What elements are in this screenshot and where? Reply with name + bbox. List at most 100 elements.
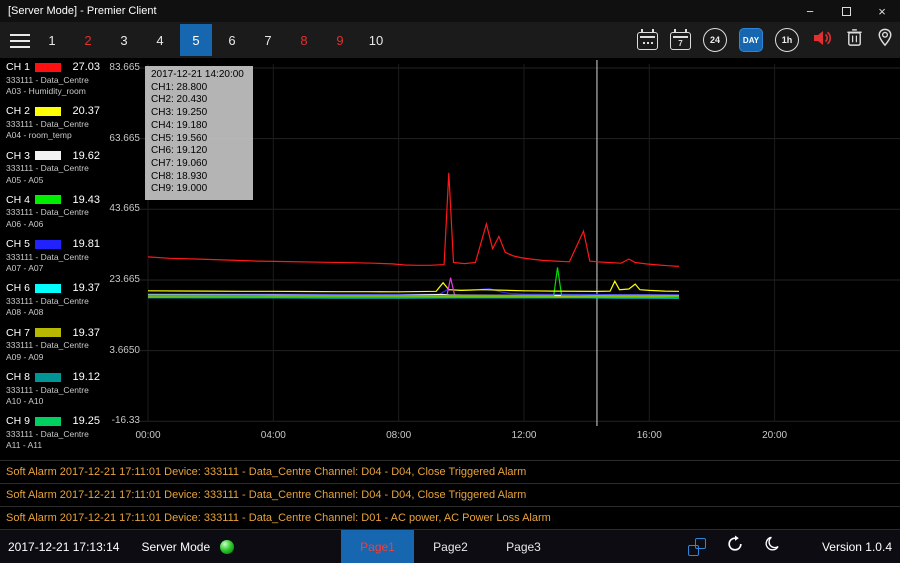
windows-layout-icon[interactable] xyxy=(688,538,706,556)
alarm-row[interactable]: Soft Alarm 2017-12-21 17:11:01 Device: 3… xyxy=(0,461,900,484)
channel-id: CH 9 xyxy=(6,415,30,427)
menu-icon[interactable] xyxy=(10,34,30,52)
channel-item[interactable]: CH 319.62333111 - Data_CentreA05 - A05 xyxy=(0,147,104,191)
channel-color-swatch xyxy=(35,328,61,337)
channel-item[interactable]: CH 4 19.43333111 - Data_Centre A06 - A06 xyxy=(0,191,104,235)
close-button[interactable]: × xyxy=(864,0,900,22)
page-button-6[interactable]: 6 xyxy=(216,24,248,56)
channel-color-swatch xyxy=(35,284,61,293)
channel-point: A04 - room_temp xyxy=(6,130,104,140)
channel-point: A08 - A08 xyxy=(6,307,104,317)
calendar-week-label: 7 xyxy=(671,38,690,49)
night-mode-icon[interactable] xyxy=(764,535,782,558)
toolbar-icons: 7 24 DAY 1h xyxy=(637,22,894,58)
alarm-sound-icon[interactable] xyxy=(811,27,833,54)
channel-value: 19.12 xyxy=(72,371,100,383)
x-tick-label: 04:00 xyxy=(248,430,298,441)
channel-point: A11 - A11 xyxy=(6,440,104,450)
channel-item[interactable]: CH 220.37333111 - Data_CentreA04 - room_… xyxy=(0,102,104,146)
channel-color-swatch xyxy=(35,195,61,204)
channel-id: CH 8 xyxy=(6,371,30,383)
tab-page1[interactable]: Page1 xyxy=(341,530,414,563)
channel-point: A07 - A07 xyxy=(6,263,104,273)
channel-point: A09 - A09 xyxy=(6,352,104,362)
channel-point: A06 - A06 xyxy=(6,219,104,229)
tooltip-row: CH6: 19.120 xyxy=(151,145,244,158)
channel-row: CH 127.03 xyxy=(6,61,104,73)
channel-device: 333111 - Data_Centre xyxy=(6,252,104,262)
channel-row: CH 919.25 xyxy=(6,415,104,427)
minimize-button[interactable]: − xyxy=(792,0,828,22)
trash-icon[interactable] xyxy=(845,27,864,53)
channel-id: CH 4 xyxy=(6,194,30,206)
channel-point: A10 - A10 xyxy=(6,396,104,406)
channel-id: CH 2 xyxy=(6,105,30,117)
calendar-week-icon[interactable]: 7 xyxy=(670,32,691,50)
channel-item[interactable]: CH 519.81333111 - Data_CentreA07 - A07 xyxy=(0,235,104,279)
channel-item[interactable]: CH 819.12333111 - Data_CentreA10 - A10 xyxy=(0,368,104,412)
hour-1h-label: 1h xyxy=(782,35,793,45)
app-window: [Server Mode] - Premier Client − × 12345… xyxy=(0,0,900,563)
y-tick-label: 83.665 xyxy=(98,62,140,73)
page-button-8[interactable]: 8 xyxy=(288,24,320,56)
location-pin-icon[interactable] xyxy=(876,27,894,53)
tooltip-row: CH3: 19.250 xyxy=(151,107,244,120)
channel-id: CH 7 xyxy=(6,327,30,339)
tooltip-row: CH1: 28.800 xyxy=(151,82,244,95)
tab-page2[interactable]: Page2 xyxy=(414,530,487,563)
channel-device: 333111 - Data_Centre xyxy=(6,207,104,217)
maximize-icon xyxy=(842,7,851,16)
trend-chart[interactable]: 83.66563.66543.66523.6653.6650-16.33 00:… xyxy=(0,58,900,460)
page-button-10[interactable]: 10 xyxy=(360,24,392,56)
page-button-2[interactable]: 2 xyxy=(72,24,104,56)
channel-device: 333111 - Data_Centre xyxy=(6,119,104,129)
page-button-5[interactable]: 5 xyxy=(180,24,212,56)
hours-24-label: 24 xyxy=(710,35,720,45)
channel-item[interactable]: CH 919.25 333111 - Data_CentreA11 - A11 xyxy=(0,412,104,456)
page-button-4[interactable]: 4 xyxy=(144,24,176,56)
alarm-list: Soft Alarm 2017-12-21 17:11:01 Device: 3… xyxy=(0,460,900,530)
sync-icon[interactable] xyxy=(726,535,744,558)
chart-canvas xyxy=(0,58,900,460)
alarm-row[interactable]: Soft Alarm 2017-12-21 17:11:01 Device: 3… xyxy=(0,484,900,507)
tooltip-row: CH9: 19.000 xyxy=(151,183,244,196)
hour-1h-icon[interactable]: 1h xyxy=(775,28,799,52)
channel-value: 19.43 xyxy=(72,194,100,206)
tooltip-timestamp: 2017-12-21 14:20:00 xyxy=(151,69,244,82)
window-controls: − × xyxy=(792,0,900,22)
channel-item[interactable]: CH 619.37333111 - Data_CentreA08 - A08 xyxy=(0,279,104,323)
calendar-dots xyxy=(638,38,657,48)
series-CH2 xyxy=(148,281,679,292)
alarm-row[interactable]: Soft Alarm 2017-12-21 17:11:01 Device: 3… xyxy=(0,507,900,530)
statusbar-icons xyxy=(688,530,782,563)
page-button-1[interactable]: 1 xyxy=(36,24,68,56)
statusbar: 2017-12-21 17:13:14 Server Mode Page1Pag… xyxy=(0,530,900,563)
channel-device: 333111 - Data_Centre xyxy=(6,429,104,439)
tooltip-row: CH8: 18.930 xyxy=(151,171,244,184)
status-green-dot-icon xyxy=(220,540,234,554)
x-tick-label: 20:00 xyxy=(750,430,800,441)
channel-point: A05 - A05 xyxy=(6,175,104,185)
channel-point: A03 - Humidity_room xyxy=(6,86,104,96)
day-range-button[interactable]: DAY xyxy=(739,28,763,52)
page-button-3[interactable]: 3 xyxy=(108,24,140,56)
channel-item[interactable]: CH 719.37333111 - Data_CentreA09 - A09 xyxy=(0,324,104,368)
page-button-7[interactable]: 7 xyxy=(252,24,284,56)
channel-id: CH 6 xyxy=(6,282,30,294)
channel-row: CH 619.37 xyxy=(6,282,104,294)
x-tick-label: 12:00 xyxy=(499,430,549,441)
page-button-9[interactable]: 9 xyxy=(324,24,356,56)
channel-color-swatch xyxy=(35,63,61,72)
channel-color-swatch xyxy=(35,373,61,382)
channel-color-swatch xyxy=(35,240,61,249)
hours-24-icon[interactable]: 24 xyxy=(703,28,727,52)
toolbar: 12345678910 7 24 DAY 1h xyxy=(0,22,900,58)
tooltip-row: CH7: 19.060 xyxy=(151,158,244,171)
calendar-history-icon[interactable] xyxy=(637,32,658,50)
tab-page3[interactable]: Page3 xyxy=(487,530,560,563)
tooltip-row: CH2: 20.430 xyxy=(151,94,244,107)
channel-row: CH 319.62 xyxy=(6,150,104,162)
maximize-button[interactable] xyxy=(828,0,864,22)
channel-id: CH 5 xyxy=(6,238,30,250)
channel-item[interactable]: CH 127.03333111 - Data_CentreA03 - Humid… xyxy=(0,58,104,102)
